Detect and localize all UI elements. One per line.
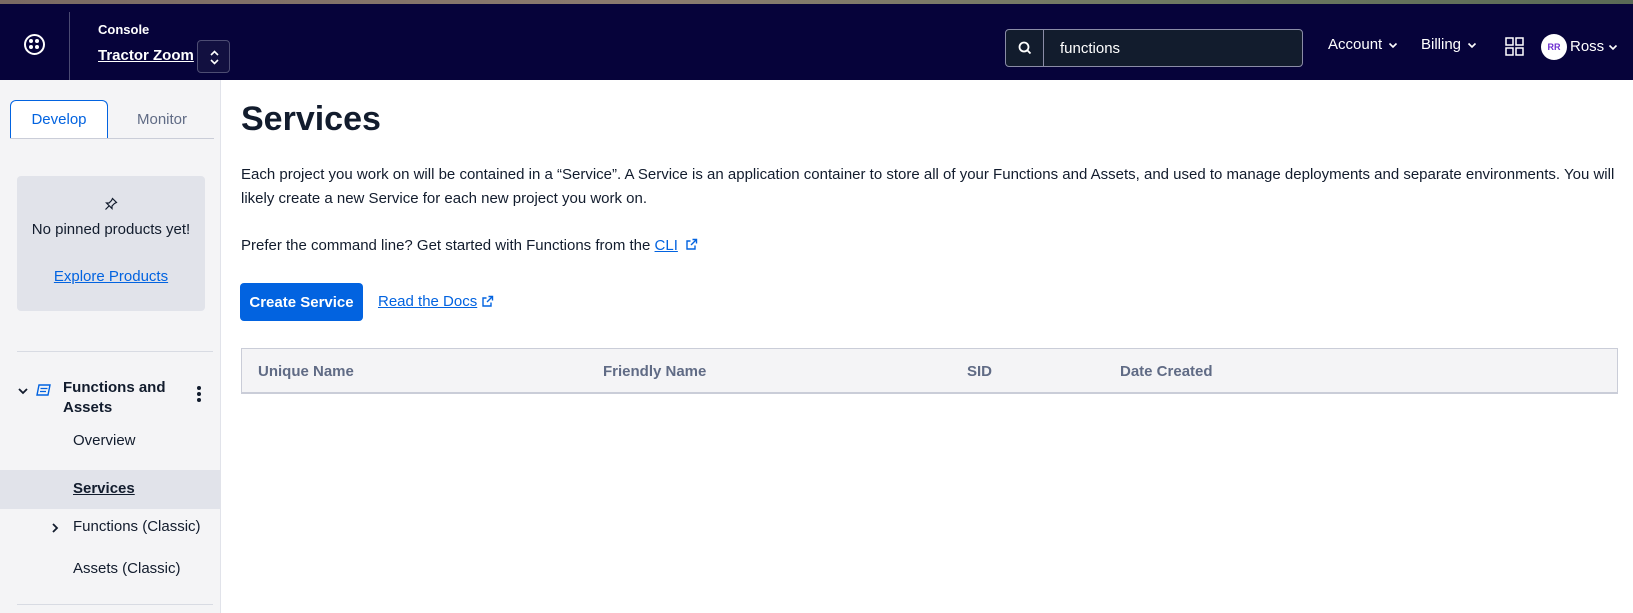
grid-icon <box>1505 37 1524 56</box>
cli-prompt: Prefer the command line? Get started wit… <box>241 237 698 254</box>
sidebar: Develop Monitor No pinned products yet! … <box>0 80 221 613</box>
column-header-friendly-name[interactable]: Friendly Name <box>603 363 706 380</box>
product-grid-button[interactable] <box>1505 37 1524 56</box>
pinned-empty-message: No pinned products yet! <box>31 221 191 238</box>
sidebar-item-functions-classic[interactable]: Functions (Classic) <box>73 518 201 535</box>
functions-assets-icon <box>36 384 51 396</box>
top-navigation-bar: Console Tractor Zoom Account Billing RR <box>0 4 1633 80</box>
tab-monitor[interactable]: Monitor <box>110 100 214 138</box>
search-icon <box>1018 41 1032 55</box>
services-table-header: Unique Name Friendly Name SID Date Creat… <box>241 348 1618 394</box>
user-name-label: Ross <box>1570 38 1605 55</box>
account-menu-label: Account <box>1328 36 1383 53</box>
chevron-down-icon <box>1389 42 1398 48</box>
project-name-link[interactable]: Tractor Zoom <box>98 47 194 64</box>
tab-develop[interactable]: Develop <box>10 100 108 138</box>
column-header-sid[interactable]: SID <box>967 363 992 380</box>
tabs-divider <box>10 138 214 139</box>
sidebar-item-assets-classic[interactable]: Assets (Classic) <box>73 560 181 577</box>
external-link-icon <box>482 295 494 307</box>
search-input[interactable] <box>1045 30 1302 66</box>
header-divider <box>69 12 70 80</box>
cli-prompt-text: Prefer the command line? Get started wit… <box>241 237 655 254</box>
account-menu[interactable]: Account <box>1328 36 1398 53</box>
kebab-menu-icon[interactable] <box>193 386 205 402</box>
page-title: Services <box>241 100 381 138</box>
column-header-date-created[interactable]: Date Created <box>1120 363 1213 380</box>
explore-products-link[interactable]: Explore Products <box>17 268 205 285</box>
sidebar-divider <box>17 351 213 352</box>
billing-menu[interactable]: Billing <box>1421 36 1477 53</box>
section-title-functions-and-assets[interactable]: Functions and Assets <box>63 378 178 418</box>
sidebar-divider <box>17 604 213 605</box>
pin-icon <box>105 197 118 210</box>
search-box <box>1005 29 1303 67</box>
read-the-docs-label: Read the Docs <box>378 293 478 310</box>
chevron-down-icon <box>1609 44 1618 50</box>
create-service-button[interactable]: Create Service <box>240 283 363 321</box>
search-button[interactable] <box>1006 30 1044 66</box>
page-description: Each project you work on will be contain… <box>241 166 1615 207</box>
chevron-up-down-icon <box>210 50 219 65</box>
sidebar-item-services[interactable]: Services <box>73 480 135 497</box>
user-avatar[interactable]: RR <box>1541 34 1567 60</box>
cli-link[interactable]: CLI <box>655 237 678 254</box>
user-menu[interactable]: Ross <box>1570 38 1618 55</box>
external-link-icon <box>686 238 698 250</box>
pinned-products-panel: No pinned products yet! Explore Products <box>17 176 205 311</box>
read-the-docs-link[interactable]: Read the Docs <box>378 293 494 310</box>
column-header-unique-name[interactable]: Unique Name <box>258 363 354 380</box>
billing-menu-label: Billing <box>1421 36 1462 53</box>
chevron-right-icon[interactable] <box>50 522 60 534</box>
main-content: Services Each project you work on will b… <box>222 80 1633 613</box>
project-switcher-button[interactable] <box>197 40 230 73</box>
console-label: Console <box>98 22 150 37</box>
chevron-down-icon[interactable] <box>17 386 29 396</box>
sidebar-item-overview[interactable]: Overview <box>73 432 136 449</box>
chevron-down-icon <box>1467 42 1477 48</box>
twilio-logo-icon[interactable] <box>24 34 45 55</box>
